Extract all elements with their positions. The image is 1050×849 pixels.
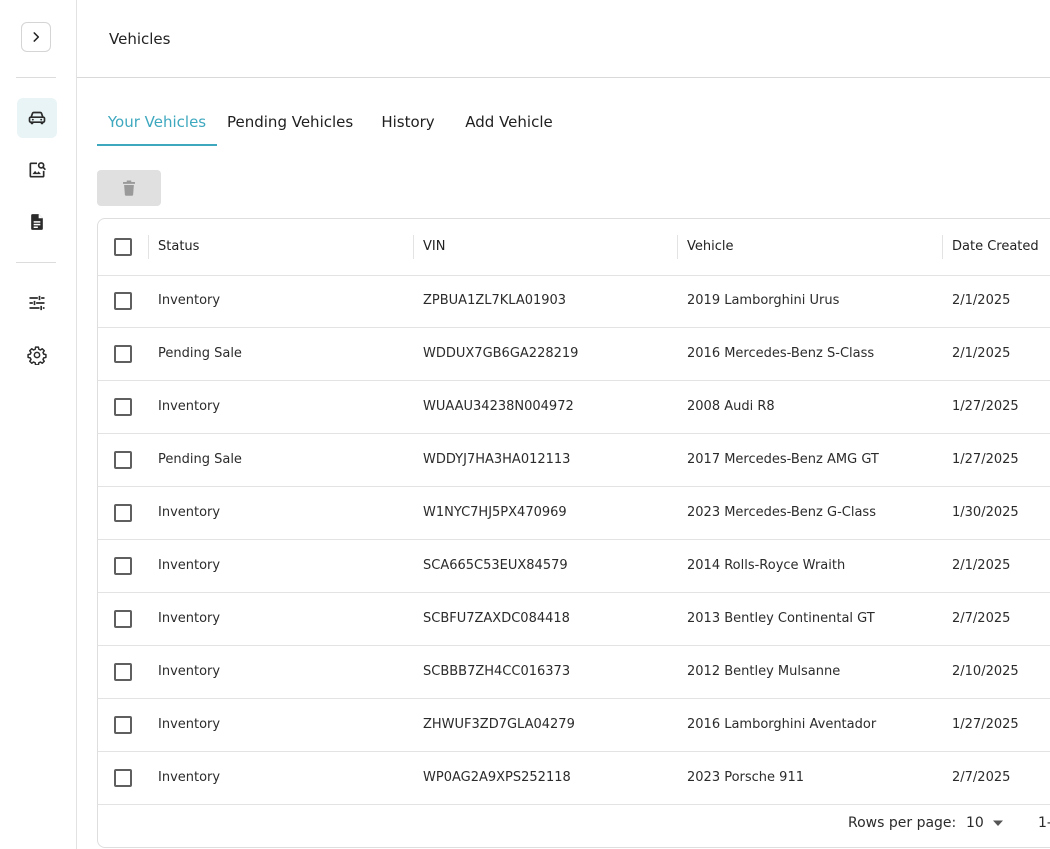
column-separator (677, 235, 678, 259)
vin-cell: WDDYJ7HA3HA012113 (423, 452, 571, 467)
row-checkbox[interactable] (114, 451, 132, 469)
date-cell: 2/1/2025 (952, 558, 1011, 573)
vehicle-cell: 2016 Mercedes-Benz S-Class (687, 346, 875, 361)
car-icon (28, 111, 46, 125)
tab-pending-vehicles[interactable]: Pending Vehicles (227, 98, 353, 146)
document-icon (31, 214, 43, 230)
vin-cell: ZHWUF3ZD7GLA04279 (423, 717, 575, 732)
date-cell: 1/27/2025 (952, 399, 1019, 414)
vin-cell: ZPBUA1ZL7KLA01903 (423, 293, 567, 308)
row-checkbox[interactable] (114, 504, 132, 522)
vin-cell: SCA665C53EUX84579 (423, 558, 568, 573)
table-row[interactable]: Inventory WUAAU34238N004972 2008 Audi R8… (98, 381, 1050, 434)
sidebar-item-image-search[interactable] (17, 150, 57, 190)
sidebar-item-vehicles[interactable] (17, 98, 57, 138)
status-cell: Inventory (158, 558, 221, 573)
status-cell: Inventory (158, 399, 221, 414)
vehicle-cell: 2016 Lamborghini Aventador (687, 717, 877, 732)
rows-per-page-label: Rows per page: (848, 815, 957, 831)
vehicle-cell: 2008 Audi R8 (687, 399, 775, 414)
date-cell: 2/10/2025 (952, 664, 1019, 679)
image-search-icon (29, 162, 46, 178)
row-checkbox[interactable] (114, 398, 132, 416)
row-checkbox[interactable] (114, 769, 132, 787)
rows-per-page-value: 10 (966, 815, 984, 831)
column-header-date-created[interactable]: Date Created (952, 219, 1039, 275)
column-separator (148, 235, 149, 259)
status-cell: Inventory (158, 293, 221, 308)
sidebar-item-filters[interactable] (17, 283, 57, 323)
pagination-range: 1-10 (1038, 815, 1050, 831)
table-pagination: Rows per page: 10 1-10 (98, 797, 1050, 847)
row-checkbox[interactable] (114, 610, 132, 628)
sliders-icon (29, 295, 45, 311)
table-header: Status VIN Vehicle Date Created (98, 219, 1050, 276)
table-row[interactable]: Inventory ZHWUF3ZD7GLA04279 2016 Lamborg… (98, 699, 1050, 752)
sidebar-divider (16, 262, 56, 263)
vehicle-cell: 2019 Lamborghini Urus (687, 293, 840, 308)
date-cell: 1/27/2025 (952, 452, 1019, 467)
date-cell: 2/1/2025 (952, 293, 1011, 308)
table-row[interactable]: Pending Sale WDDUX7GB6GA228219 2016 Merc… (98, 328, 1050, 381)
table-row[interactable]: Inventory W1NYC7HJ5PX470969 2023 Mercede… (98, 487, 1050, 540)
date-cell: 1/30/2025 (952, 505, 1019, 520)
sidebar-item-documents[interactable] (17, 202, 57, 242)
vehicle-cell: 2012 Bentley Mulsanne (687, 664, 841, 679)
column-header-vehicle[interactable]: Vehicle (687, 219, 734, 275)
vehicle-cell: 2013 Bentley Continental GT (687, 611, 875, 626)
status-cell: Inventory (158, 505, 221, 520)
table-body: Inventory ZPBUA1ZL7KLA01903 2019 Lamborg… (98, 275, 1050, 805)
vin-cell: SCBFU7ZAXDC084418 (423, 611, 570, 626)
sidebar-item-settings[interactable] (17, 335, 57, 375)
date-cell: 1/27/2025 (952, 717, 1019, 732)
row-checkbox[interactable] (114, 292, 132, 310)
vehicle-cell: 2023 Mercedes-Benz G-Class (687, 505, 876, 520)
vin-cell: WDDUX7GB6GA228219 (423, 346, 579, 361)
tab-bar: Your Vehicles Pending Vehicles History A… (97, 98, 1050, 146)
vin-cell: SCBBB7ZH4CC016373 (423, 664, 571, 679)
row-checkbox[interactable] (114, 345, 132, 363)
date-cell: 2/1/2025 (952, 346, 1011, 361)
trash-icon (123, 180, 135, 196)
tab-history[interactable]: History (377, 98, 439, 146)
table-row[interactable]: Inventory SCA665C53EUX84579 2014 Rolls-R… (98, 540, 1050, 593)
row-checkbox[interactable] (114, 716, 132, 734)
status-cell: Pending Sale (158, 452, 242, 467)
status-cell: Inventory (158, 717, 221, 732)
column-separator (942, 235, 943, 259)
select-all-checkbox[interactable] (114, 238, 132, 256)
sidebar (0, 0, 77, 849)
tab-your-vehicles[interactable]: Your Vehicles (97, 98, 217, 146)
table-row[interactable]: Inventory SCBBB7ZH4CC016373 2012 Bentley… (98, 646, 1050, 699)
vehicles-table: Status VIN Vehicle Date Created Inventor… (97, 218, 1050, 848)
vin-cell: WUAAU34238N004972 (423, 399, 574, 414)
column-separator (413, 235, 414, 259)
vin-cell: W1NYC7HJ5PX470969 (423, 505, 567, 520)
top-bar: Vehicles (77, 0, 1050, 78)
gear-icon (27, 346, 47, 365)
tab-add-vehicle[interactable]: Add Vehicle (463, 98, 555, 146)
active-tab-indicator (97, 144, 217, 146)
page-title: Vehicles (109, 30, 171, 48)
delete-button[interactable] (97, 170, 161, 206)
chevron-right-icon (33, 32, 40, 42)
table-row[interactable]: Inventory SCBFU7ZAXDC084418 2013 Bentley… (98, 593, 1050, 646)
vehicle-cell: 2014 Rolls-Royce Wraith (687, 558, 846, 573)
row-checkbox[interactable] (114, 663, 132, 681)
status-cell: Inventory (158, 611, 221, 626)
column-header-vin[interactable]: VIN (423, 219, 445, 275)
status-cell: Pending Sale (158, 346, 242, 361)
status-cell: Inventory (158, 664, 221, 679)
sidebar-divider (16, 77, 56, 78)
table-row[interactable]: Pending Sale WDDYJ7HA3HA012113 2017 Merc… (98, 434, 1050, 487)
date-cell: 2/7/2025 (952, 611, 1011, 626)
expand-sidebar-button[interactable] (21, 22, 51, 52)
caret-down-icon (992, 820, 1003, 826)
row-checkbox[interactable] (114, 557, 132, 575)
vehicle-cell: 2017 Mercedes-Benz AMG GT (687, 452, 879, 467)
column-header-status[interactable]: Status (158, 219, 199, 275)
table-row[interactable]: Inventory ZPBUA1ZL7KLA01903 2019 Lamborg… (98, 275, 1050, 328)
rows-per-page-select[interactable]: 10 (966, 797, 1004, 847)
